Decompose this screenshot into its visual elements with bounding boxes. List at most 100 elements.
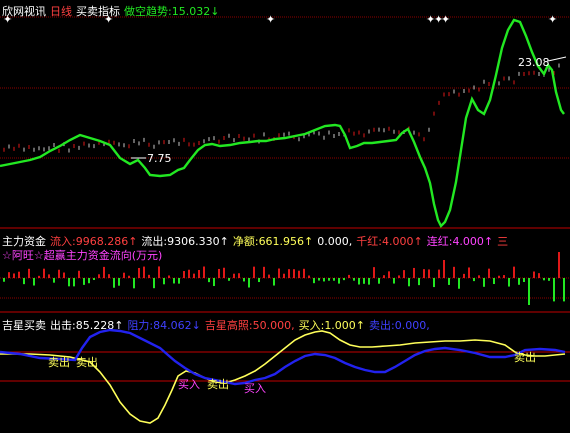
flow-bar <box>553 278 555 302</box>
high-price-pointer <box>547 56 567 62</box>
flow-bar <box>428 269 430 278</box>
flow-bar <box>158 266 160 278</box>
flow-bar <box>488 268 490 278</box>
flow-bar <box>398 275 400 278</box>
flow-bar <box>8 272 10 278</box>
flow-bar <box>18 271 20 278</box>
flow-bar <box>313 278 315 284</box>
flow-bar <box>163 278 165 285</box>
flow-bar <box>33 278 35 286</box>
flow-bar <box>53 278 55 283</box>
flow-bar <box>123 272 125 278</box>
flow-bar <box>78 270 80 278</box>
flow-bar <box>328 278 330 281</box>
flow-bar <box>348 274 350 278</box>
star-icon: ✦ <box>441 13 450 26</box>
flow-bar <box>108 274 110 278</box>
chart-canvas[interactable]: ✦ ✦ ✦ ✦ ✦ ✦ ✦ 7.75 23.08 卖出 卖出 买入 卖出 买入 … <box>0 0 570 433</box>
signal-labels: 卖出 卖出 买入 卖出 买入 卖出 <box>48 350 536 395</box>
star-icon: ✦ <box>548 13 557 26</box>
flow-bar <box>378 278 380 284</box>
flow-bar <box>438 269 440 278</box>
flow-bar <box>23 278 25 285</box>
flow-bar <box>238 273 240 278</box>
flow-bar <box>543 278 545 281</box>
flow-bar <box>43 268 45 278</box>
flow-bar <box>228 278 230 281</box>
signal-sell: 卖出 <box>76 355 98 369</box>
flow-bar <box>168 275 170 278</box>
flow-bar <box>193 273 195 278</box>
signal-sell: 卖出 <box>514 350 536 364</box>
flow-bar <box>303 268 305 278</box>
flow-bar <box>243 278 245 282</box>
flow-bar <box>268 274 270 278</box>
flow-bar <box>518 278 520 285</box>
signal-sell: 卖出 <box>207 377 229 391</box>
flow-bar <box>493 278 495 285</box>
flow-bar <box>38 275 40 278</box>
flow-bar <box>148 274 150 278</box>
flow-bar <box>198 270 200 278</box>
flow-bar <box>338 278 340 284</box>
flow-bar <box>13 273 15 278</box>
flow-bar <box>203 266 205 278</box>
signal-buy: 买入 <box>178 378 200 391</box>
flow-bar <box>393 278 395 284</box>
flow-bar <box>308 275 310 278</box>
flow-bar <box>173 278 175 284</box>
flow-bar <box>293 269 295 278</box>
flow-bar <box>83 278 85 285</box>
flow-bar <box>128 275 130 278</box>
flow-bar <box>178 278 180 284</box>
flow-bar <box>548 278 550 281</box>
flow-bar <box>3 278 5 282</box>
flow-bar <box>213 278 215 287</box>
signal-sell: 卖出 <box>48 355 70 369</box>
flow-bar <box>58 269 60 278</box>
flow-bar <box>363 278 365 284</box>
star-markers: ✦ ✦ ✦ ✦ ✦ ✦ ✦ <box>3 13 557 26</box>
flow-bar <box>103 266 105 278</box>
flow-bar <box>248 278 250 288</box>
flow-bar <box>453 266 455 278</box>
flow-bar <box>258 278 260 283</box>
flow-bar <box>283 273 285 278</box>
flow-bar <box>113 278 115 288</box>
high-price-label: 23.08 <box>518 56 550 69</box>
flow-bar <box>473 278 475 282</box>
flow-bar <box>63 272 65 278</box>
flow-bar <box>423 269 425 278</box>
flow-bar <box>383 275 385 278</box>
flow-bar <box>368 278 370 285</box>
flow-bar <box>118 278 120 286</box>
flow-bar <box>538 273 540 278</box>
flow-bar <box>288 269 290 278</box>
signal-buy: 买入 <box>244 382 266 395</box>
flow-bar <box>408 278 410 287</box>
flow-bar <box>498 275 500 278</box>
flow-bar <box>93 278 95 281</box>
flow-bar <box>323 278 325 282</box>
flow-bar <box>278 268 280 278</box>
flow-bar <box>28 268 30 278</box>
flow-bar <box>263 266 265 278</box>
flow-bar <box>273 278 275 286</box>
flow-bar <box>508 278 510 287</box>
flow-bar <box>353 278 355 281</box>
flow-bar <box>513 266 515 278</box>
flow-bar <box>183 271 185 278</box>
flow-bar <box>218 268 220 278</box>
flow-bar <box>188 269 190 278</box>
flow-bar <box>458 278 460 289</box>
flow-bar <box>558 252 560 278</box>
star-icon: ✦ <box>266 13 275 26</box>
flow-bar <box>233 273 235 278</box>
flow-bar <box>98 274 100 278</box>
flow-bar <box>418 278 420 286</box>
flow-bar <box>468 267 470 278</box>
flow-bar <box>73 278 75 287</box>
flow-bar <box>48 274 50 278</box>
flow-bar <box>388 271 390 278</box>
flow-bar <box>318 278 320 281</box>
